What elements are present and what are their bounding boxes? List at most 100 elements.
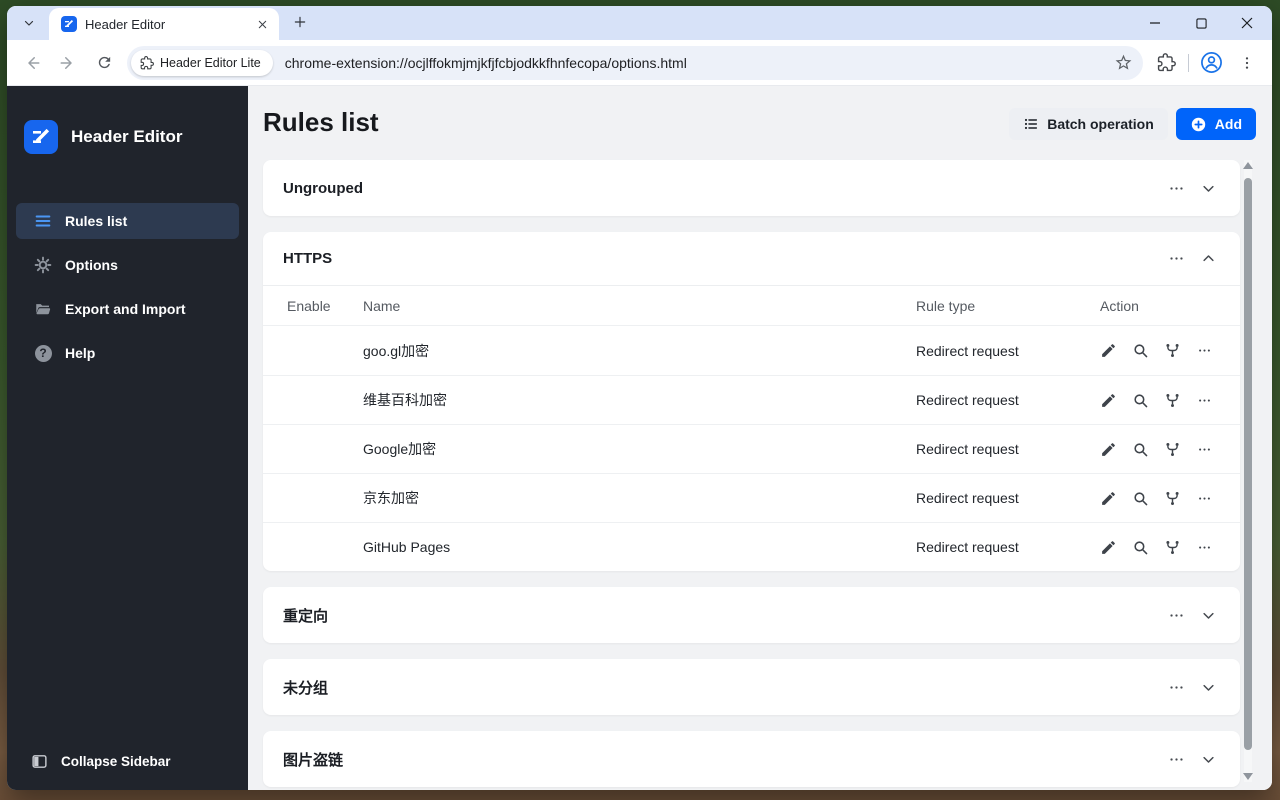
row-actions bbox=[1097, 487, 1220, 510]
back-button[interactable] bbox=[15, 46, 49, 80]
scroll-up-arrow[interactable] bbox=[1243, 162, 1253, 169]
row-more-button[interactable] bbox=[1193, 536, 1216, 559]
extensions-button[interactable] bbox=[1149, 46, 1183, 80]
tab-search-button[interactable] bbox=[15, 9, 43, 37]
more-icon bbox=[1199, 349, 1210, 352]
row-actions bbox=[1097, 536, 1220, 559]
edit-button[interactable] bbox=[1097, 487, 1120, 510]
content-scrollbar[interactable] bbox=[1243, 160, 1253, 782]
group-collapse-button[interactable] bbox=[1196, 247, 1220, 271]
list-icon bbox=[1025, 118, 1038, 130]
sidebar: Header Editor Rules list Options Export … bbox=[7, 86, 248, 790]
gear-icon bbox=[34, 256, 52, 274]
batch-operation-button[interactable]: Batch operation bbox=[1009, 108, 1168, 140]
kebab-menu-icon bbox=[1245, 56, 1249, 69]
add-button[interactable]: Add bbox=[1175, 108, 1256, 140]
group-more-button[interactable] bbox=[1164, 603, 1188, 627]
edit-icon bbox=[1102, 442, 1115, 456]
window-controls bbox=[1132, 6, 1270, 40]
clone-button[interactable] bbox=[1161, 487, 1184, 510]
branch-icon bbox=[1166, 442, 1179, 456]
chevron-down-icon bbox=[24, 20, 34, 26]
header-editor-favicon bbox=[61, 16, 77, 32]
group-more-button[interactable] bbox=[1164, 747, 1188, 771]
table-row: 京东加密 Redirect request bbox=[263, 473, 1240, 522]
group-more-button[interactable] bbox=[1164, 247, 1188, 271]
sidebar-item-help[interactable]: ? Help bbox=[16, 335, 239, 371]
group-expand-button[interactable] bbox=[1196, 747, 1220, 771]
clone-button[interactable] bbox=[1161, 339, 1184, 362]
clone-button[interactable] bbox=[1161, 389, 1184, 412]
group-card-https: HTTPS Enable Name Rule type Action goo.g… bbox=[263, 232, 1240, 571]
rule-name: goo.gl加密 bbox=[363, 342, 430, 359]
chevron-down-icon bbox=[1202, 612, 1214, 619]
profile-button[interactable] bbox=[1194, 46, 1228, 80]
column-header-rule-type: Rule type bbox=[916, 297, 976, 314]
edit-button[interactable] bbox=[1097, 339, 1120, 362]
edit-icon bbox=[1102, 344, 1115, 357]
edit-button[interactable] bbox=[1097, 438, 1120, 461]
scroll-thumb[interactable] bbox=[1244, 178, 1252, 750]
view-button[interactable] bbox=[1129, 438, 1152, 461]
extensions-puzzle-icon bbox=[1157, 53, 1176, 72]
group-title: Ungrouped bbox=[283, 179, 363, 197]
view-button[interactable] bbox=[1129, 339, 1152, 362]
scroll-down-arrow[interactable] bbox=[1243, 773, 1253, 780]
extension-chip-label: Header Editor Lite bbox=[160, 55, 261, 70]
collapse-sidebar-button[interactable]: Collapse Sidebar bbox=[7, 753, 248, 770]
group-header[interactable]: Ungrouped bbox=[263, 160, 1240, 216]
page-title: Rules list bbox=[263, 107, 379, 137]
sidebar-item-label: Export and Import bbox=[65, 301, 186, 317]
sidebar-nav: Rules list Options Export and Import ? H… bbox=[16, 203, 239, 379]
clone-button[interactable] bbox=[1161, 438, 1184, 461]
rule-name: Google加密 bbox=[363, 441, 437, 457]
group-header[interactable]: 未分组 bbox=[263, 659, 1240, 715]
bookmark-star-icon[interactable] bbox=[1114, 53, 1133, 72]
edit-button[interactable] bbox=[1097, 389, 1120, 412]
maximize-button[interactable] bbox=[1178, 8, 1224, 38]
group-expand-button[interactable] bbox=[1196, 603, 1220, 627]
group-header[interactable]: 图片盗链 bbox=[263, 731, 1240, 787]
app-title: Header Editor bbox=[71, 127, 183, 146]
browser-menu-button[interactable] bbox=[1230, 46, 1264, 80]
minimize-button[interactable] bbox=[1132, 8, 1178, 38]
row-more-button[interactable] bbox=[1193, 339, 1216, 362]
active-tab[interactable]: Header Editor bbox=[49, 8, 279, 40]
row-actions bbox=[1097, 339, 1220, 362]
group-more-button[interactable] bbox=[1164, 176, 1188, 200]
group-more-button[interactable] bbox=[1164, 675, 1188, 699]
edit-button[interactable] bbox=[1097, 536, 1120, 559]
group-header[interactable]: HTTPS bbox=[263, 232, 1240, 286]
view-button[interactable] bbox=[1129, 389, 1152, 412]
row-more-button[interactable] bbox=[1193, 389, 1216, 412]
more-icon bbox=[1169, 757, 1183, 761]
rule-name: 维基百科加密 bbox=[363, 392, 447, 408]
reload-button[interactable] bbox=[87, 46, 121, 80]
more-icon bbox=[1199, 447, 1210, 451]
view-button[interactable] bbox=[1129, 487, 1152, 510]
new-tab-button[interactable] bbox=[287, 9, 313, 35]
chevron-up-icon bbox=[1202, 255, 1214, 262]
address-bar[interactable]: Header Editor Lite chrome-extension://oc… bbox=[127, 45, 1143, 80]
sidebar-item-rules-list[interactable]: Rules list bbox=[16, 203, 239, 239]
group-expand-button[interactable] bbox=[1196, 675, 1220, 699]
forward-button[interactable] bbox=[51, 46, 85, 80]
header-actions: Batch operation Add bbox=[1009, 108, 1256, 140]
row-more-button[interactable] bbox=[1193, 438, 1216, 461]
extension-chip[interactable]: Header Editor Lite bbox=[131, 49, 273, 76]
column-header-enable: Enable bbox=[287, 297, 331, 314]
sidebar-item-options[interactable]: Options bbox=[16, 247, 239, 283]
group-expand-button[interactable] bbox=[1196, 176, 1220, 200]
chevron-down-icon bbox=[1202, 684, 1214, 691]
view-button[interactable] bbox=[1129, 536, 1152, 559]
clone-button[interactable] bbox=[1161, 536, 1184, 559]
sidebar-item-export-import[interactable]: Export and Import bbox=[16, 291, 239, 327]
app-logo bbox=[24, 120, 58, 154]
row-more-button[interactable] bbox=[1193, 487, 1216, 510]
search-icon bbox=[1134, 540, 1148, 554]
close-tab-icon[interactable] bbox=[253, 15, 271, 33]
close-button[interactable] bbox=[1224, 8, 1270, 38]
group-header[interactable]: 重定向 bbox=[263, 587, 1240, 643]
search-icon bbox=[1134, 393, 1148, 407]
